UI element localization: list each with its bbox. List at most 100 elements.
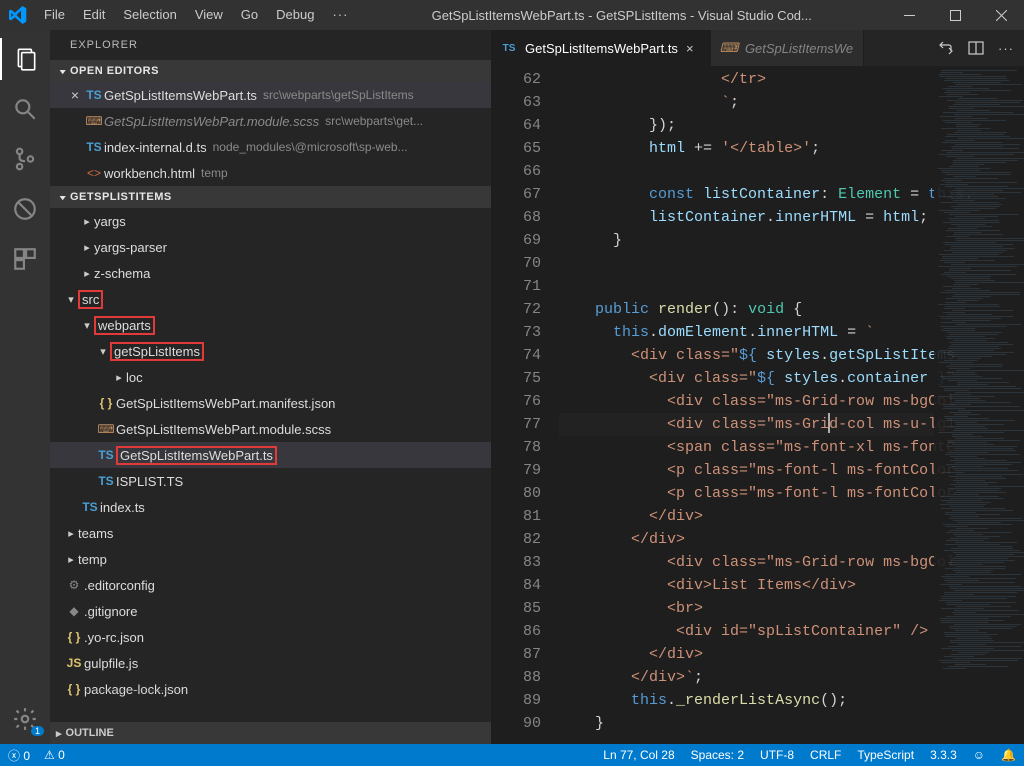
menu-more[interactable]: ··· <box>323 0 357 30</box>
folder-item[interactable]: ▾webparts <box>50 312 491 338</box>
open-editors-label: OPEN EDITORS <box>70 65 159 77</box>
menu-debug[interactable]: Debug <box>267 0 323 30</box>
status-warnings[interactable]: ⚠ 0 <box>44 748 65 762</box>
activity-scm[interactable] <box>0 138 50 180</box>
activity-explorer[interactable] <box>0 38 50 80</box>
file-item[interactable]: ⚙.editorconfig <box>50 572 491 598</box>
folder-item[interactable]: ▸yargs <box>50 208 491 234</box>
file-path: src\webparts\get... <box>325 114 423 128</box>
file-path: src\webparts\getSpListItems <box>263 88 414 102</box>
file-item[interactable]: ⌨GetSpListItemsWebPart.module.scss <box>50 416 491 442</box>
outline-label: OUTLINE <box>66 727 114 739</box>
close-icon[interactable]: × <box>686 41 700 56</box>
file-item[interactable]: { }.yo-rc.json <box>50 624 491 650</box>
status-language[interactable]: TypeScript <box>857 748 914 762</box>
maximize-button[interactable] <box>932 0 978 30</box>
status-eol[interactable]: CRLF <box>810 748 841 762</box>
file-item[interactable]: TSISPLIST.TS <box>50 468 491 494</box>
activity-bar: 1 <box>0 30 50 744</box>
minimize-button[interactable] <box>886 0 932 30</box>
item-label: yargs-parser <box>94 240 167 255</box>
status-feedback-icon[interactable]: ☺ <box>973 748 985 762</box>
twist-icon[interactable]: ▾ <box>64 293 78 306</box>
activity-search[interactable] <box>0 88 50 130</box>
menu-go[interactable]: Go <box>232 0 267 30</box>
folder-item[interactable]: ▸loc <box>50 364 491 390</box>
status-position[interactable]: Ln 77, Col 28 <box>603 748 674 762</box>
menu-edit[interactable]: Edit <box>74 0 114 30</box>
folder-item[interactable]: ▸yargs-parser <box>50 234 491 260</box>
file-item[interactable]: TSindex.ts <box>50 494 491 520</box>
file-name: index-internal.d.ts <box>104 140 207 155</box>
item-label: .yo-rc.json <box>84 630 144 645</box>
folder-item[interactable]: ▸teams <box>50 520 491 546</box>
activity-settings[interactable]: 1 <box>0 698 50 740</box>
compare-icon[interactable] <box>938 40 954 56</box>
file-name: workbench.html <box>104 166 195 181</box>
menu-file[interactable]: File <box>35 0 74 30</box>
tab-actions: ··· <box>928 30 1024 66</box>
file-icon: ◆ <box>64 604 84 618</box>
menu-selection[interactable]: Selection <box>114 0 185 30</box>
file-icon: TS <box>96 474 116 488</box>
outline-header[interactable]: ▸ OUTLINE <box>50 722 491 744</box>
status-encoding[interactable]: UTF-8 <box>760 748 794 762</box>
minimap[interactable] <box>934 66 1024 736</box>
sidebar: EXPLORER ▾ OPEN EDITORS ×TSGetSpListItem… <box>50 30 491 744</box>
file-icon: TS <box>84 88 104 102</box>
file-icon: <> <box>84 166 104 180</box>
status-spaces[interactable]: Spaces: 2 <box>691 748 744 762</box>
open-editor-item[interactable]: <>workbench.htmltemp <box>50 160 491 186</box>
file-icon: JS <box>64 656 84 670</box>
file-name: GetSpListItemsWebPart.module.scss <box>104 114 319 129</box>
scss-icon: ⌨ <box>721 40 737 56</box>
folder-item[interactable]: ▸z-schema <box>50 260 491 286</box>
menu-bar: File Edit Selection View Go Debug ··· <box>35 0 357 30</box>
tab-active[interactable]: TS GetSpListItemsWebPart.ts × <box>491 30 711 66</box>
status-bell-icon[interactable]: 🔔 <box>1001 748 1016 762</box>
activity-debug[interactable] <box>0 188 50 230</box>
twist-icon[interactable]: ▸ <box>80 267 94 280</box>
open-editor-item[interactable]: ×TSGetSpListItemsWebPart.tssrc\webparts\… <box>50 82 491 108</box>
activity-extensions[interactable] <box>0 238 50 280</box>
file-item[interactable]: TSGetSpListItemsWebPart.ts <box>50 442 491 468</box>
twist-icon[interactable]: ▾ <box>96 345 110 358</box>
settings-badge: 1 <box>31 726 44 736</box>
chevron-down-icon: ▾ <box>56 66 70 75</box>
project-header[interactable]: ▾ GETSPLISTITEMS <box>50 186 491 208</box>
open-editors-list: ×TSGetSpListItemsWebPart.tssrc\webparts\… <box>50 82 491 186</box>
chevron-right-icon: ▸ <box>56 727 62 740</box>
status-ts-version[interactable]: 3.3.3 <box>930 748 957 762</box>
twist-icon[interactable]: ▸ <box>64 527 78 540</box>
more-icon[interactable]: ··· <box>998 41 1014 56</box>
open-editor-item[interactable]: TSindex-internal.d.ts node_modules\@micro… <box>50 134 491 160</box>
open-editors-header[interactable]: ▾ OPEN EDITORS <box>50 60 491 82</box>
menu-view[interactable]: View <box>186 0 232 30</box>
twist-icon[interactable]: ▸ <box>80 241 94 254</box>
window-controls <box>886 0 1024 30</box>
file-item[interactable]: ◆.gitignore <box>50 598 491 624</box>
close-icon[interactable]: × <box>66 87 84 103</box>
twist-icon[interactable]: ▸ <box>80 215 94 228</box>
file-item[interactable]: { }GetSpListItemsWebPart.manifest.json <box>50 390 491 416</box>
file-path: node_modules\@microsoft\sp-web... <box>213 140 408 154</box>
folder-item[interactable]: ▸temp <box>50 546 491 572</box>
file-icon: TS <box>84 140 104 154</box>
file-item[interactable]: JSgulpfile.js <box>50 650 491 676</box>
twist-icon[interactable]: ▾ <box>80 319 94 332</box>
item-label: yargs <box>94 214 126 229</box>
editor-tabs: TS GetSpListItemsWebPart.ts × ⌨ GetSpLis… <box>491 30 1024 66</box>
file-icon: ⌨ <box>84 114 104 128</box>
twist-icon[interactable]: ▸ <box>112 371 126 384</box>
item-label: src <box>82 292 99 307</box>
tab-inactive[interactable]: ⌨ GetSpListItemsWe <box>711 30 864 66</box>
item-label: gulpfile.js <box>84 656 138 671</box>
twist-icon[interactable]: ▸ <box>64 553 78 566</box>
status-errors[interactable]: ⓧ 0 <box>8 747 30 764</box>
file-item[interactable]: { }package-lock.json <box>50 676 491 702</box>
split-icon[interactable] <box>968 40 984 56</box>
close-button[interactable] <box>978 0 1024 30</box>
folder-item[interactable]: ▾ src <box>50 286 491 312</box>
open-editor-item[interactable]: ⌨GetSpListItemsWebPart.module.scss src\we… <box>50 108 491 134</box>
folder-item[interactable]: ▾getSpListItems <box>50 338 491 364</box>
